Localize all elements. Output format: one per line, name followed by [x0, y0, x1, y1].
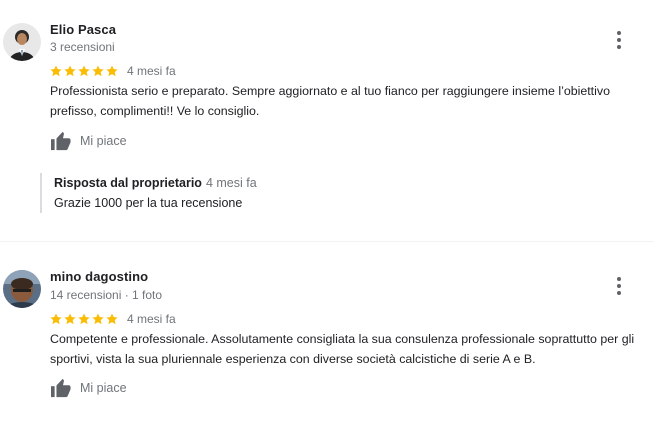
like-label: Mi piace [80, 134, 127, 148]
review-author-name[interactable]: Elio Pasca [50, 22, 116, 37]
owner-reply-text: Grazie 1000 per la tua recensione [54, 196, 243, 210]
review-text: Professionista serio e preparato. Sempre… [50, 84, 610, 118]
like-button[interactable]: Mi piace [50, 131, 127, 151]
owner-reply-header: Risposta dal proprietario 4 mesi fa [54, 173, 614, 193]
owner-reply-title: Risposta dal proprietario [54, 176, 202, 190]
star-icon [106, 313, 118, 325]
owner-reply: Risposta dal proprietario 4 mesi fa Grazi… [40, 173, 614, 213]
thumb-up-icon [51, 131, 71, 151]
owner-reply-time: 4 mesi fa [205, 176, 257, 190]
avatar-photo-icon [3, 23, 41, 61]
review-author-name[interactable]: mino dagostino [50, 269, 148, 284]
star-icon [64, 65, 76, 77]
review-divider [0, 241, 654, 242]
star-icon [78, 313, 90, 325]
more-options-button[interactable] [609, 274, 629, 298]
review-author-meta: 3 recensioni [50, 40, 115, 54]
star-icon [64, 313, 76, 325]
more-options-button[interactable] [609, 28, 629, 52]
reviews-list: Elio Pasca 3 recensioni 4 mesi fa Profes… [0, 0, 654, 438]
avatar[interactable] [3, 23, 41, 61]
star-icon [106, 65, 118, 77]
review-time: 4 mesi fa [127, 312, 176, 326]
avatar[interactable] [3, 270, 41, 308]
review-card: mino dagostino 14 recensioni · 1 foto 4 … [0, 248, 654, 438]
star-icon [78, 65, 90, 77]
like-button[interactable]: Mi piace [50, 378, 127, 398]
review-author-meta: 14 recensioni · 1 foto [50, 288, 163, 302]
review-card: Elio Pasca 3 recensioni 4 mesi fa Profes… [0, 0, 654, 240]
avatar-photo-icon [3, 270, 41, 308]
star-icon [92, 313, 104, 325]
star-icon [50, 313, 62, 325]
more-vert-icon [617, 31, 621, 49]
star-rating [49, 312, 119, 326]
review-rating: 4 mesi fa [49, 311, 176, 327]
like-label: Mi piace [80, 381, 127, 395]
thumb-up-icon [51, 378, 71, 398]
star-icon [92, 65, 104, 77]
review-text: Competente e professionale. Assolutament… [50, 332, 635, 366]
review-rating: 4 mesi fa [49, 63, 176, 79]
more-vert-icon [617, 277, 621, 295]
star-rating [49, 64, 119, 78]
star-icon [50, 65, 62, 77]
review-time: 4 mesi fa [127, 64, 176, 78]
